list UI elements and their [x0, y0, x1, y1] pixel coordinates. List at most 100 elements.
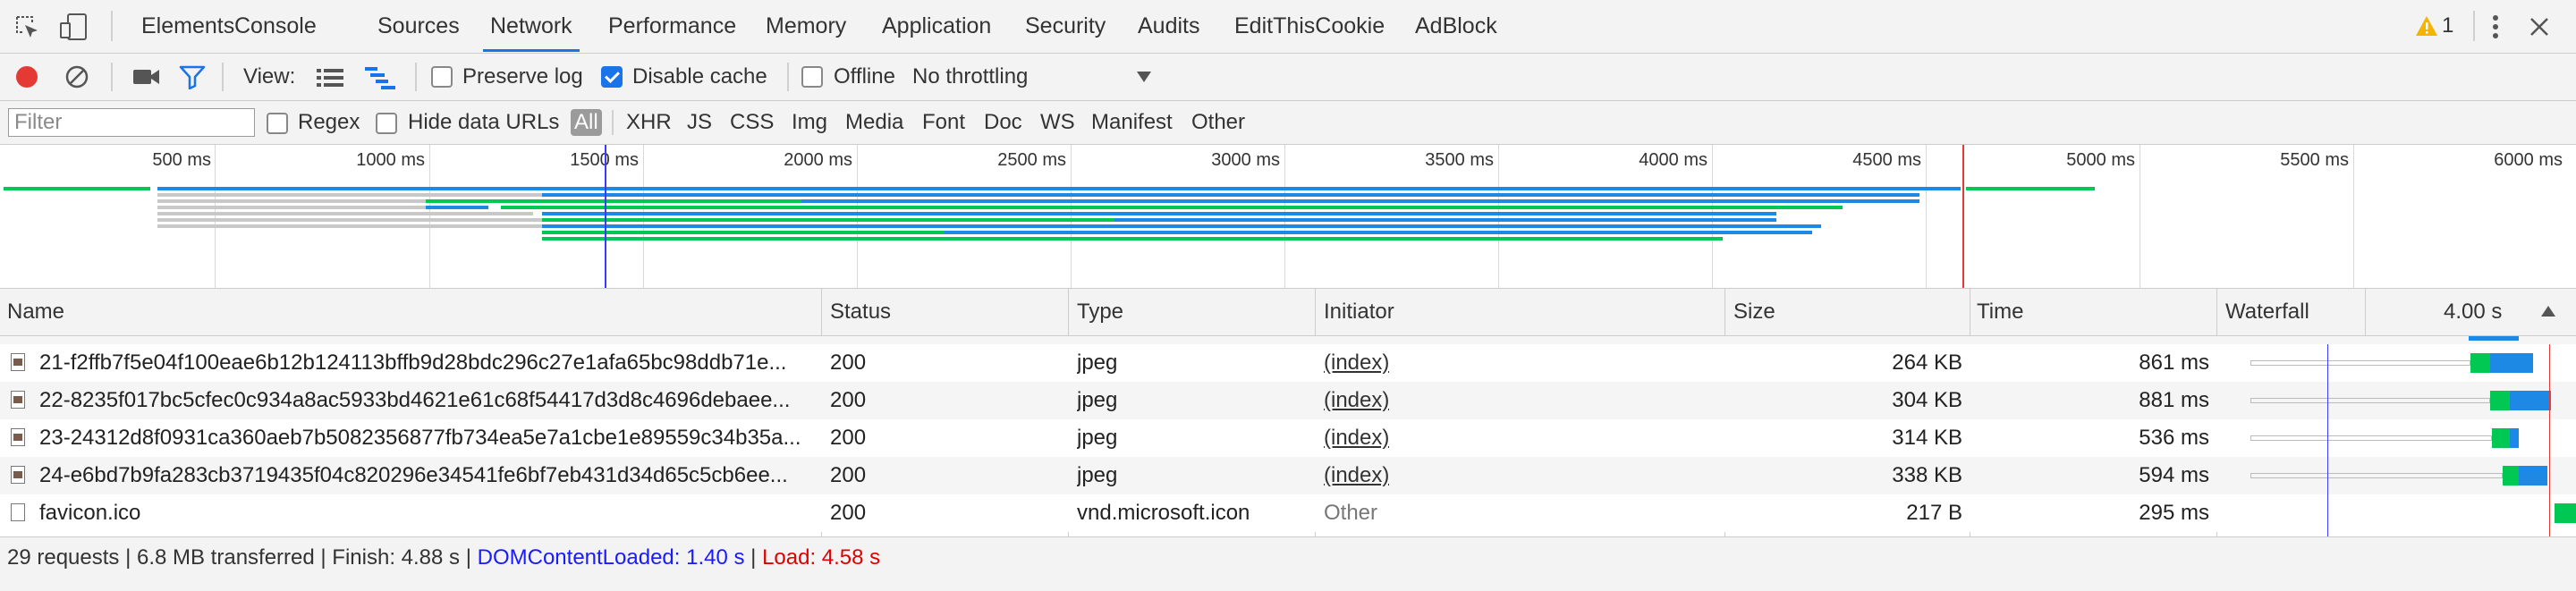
- tab-performance[interactable]: Performance: [608, 0, 736, 52]
- table-row[interactable]: 24-e6bd7b9fa283cb3719435f04c820296e34541…: [0, 457, 2576, 494]
- warning-count[interactable]: 1: [2442, 0, 2453, 52]
- overview-request-bar: [542, 237, 1723, 241]
- overview-request-bar: [1114, 218, 1776, 222]
- column-header-status[interactable]: Status: [830, 289, 891, 335]
- waterfall-bar-queued: [2250, 360, 2470, 366]
- tab-elements[interactable]: Elements: [141, 0, 234, 52]
- waterfall-bar-receiving: [2519, 466, 2547, 485]
- request-name[interactable]: 21-f2ffb7f5e04f100eae6b12b124113bffb9d28…: [39, 344, 814, 382]
- type-filter-manifest[interactable]: Manifest: [1091, 101, 1173, 144]
- table-row[interactable]: 22-8235f017bc5cfec0c934a8ac5933bd4621e61…: [0, 382, 2576, 419]
- divider: [222, 63, 224, 91]
- column-header-name[interactable]: Name: [7, 289, 64, 335]
- regex-label[interactable]: Regex: [298, 101, 360, 144]
- overview-request-bar: [945, 231, 1812, 234]
- request-initiator[interactable]: (index): [1324, 382, 1389, 419]
- type-filter-doc[interactable]: Doc: [984, 101, 1022, 144]
- request-time: 594 ms: [2139, 463, 2209, 487]
- offline-checkbox[interactable]: [801, 66, 823, 88]
- inspect-element-icon[interactable]: [14, 14, 39, 39]
- waterfall-bar-waiting: [2470, 353, 2490, 373]
- request-initiator: Other: [1324, 501, 1378, 525]
- tab-audits[interactable]: Audits: [1138, 0, 1199, 52]
- filter-icon[interactable]: [179, 64, 206, 89]
- request-name[interactable]: favicon.ico: [39, 494, 814, 532]
- request-name[interactable]: 22-8235f017bc5cfec0c934a8ac5933bd4621e61…: [39, 382, 814, 419]
- table-row[interactable]: favicon.ico 200 vnd.microsoft.icon Other…: [0, 494, 2576, 532]
- request-type: jpeg: [1077, 350, 1118, 375]
- overview-request-bar: [426, 199, 801, 203]
- waterfall-scale-label[interactable]: 4.00 s: [2444, 289, 2502, 335]
- tab-sources[interactable]: Sources: [377, 0, 460, 52]
- status-separator: |: [750, 545, 757, 570]
- hide-data-urls-label[interactable]: Hide data URLs: [408, 101, 559, 144]
- request-size: 264 KB: [1892, 350, 1962, 375]
- throttling-select[interactable]: No throttling: [912, 54, 1159, 100]
- overview-request-bar: [542, 224, 1821, 228]
- more-options-icon[interactable]: [2487, 13, 2504, 40]
- large-rows-icon[interactable]: [317, 68, 343, 88]
- tick-label: 1500 ms: [570, 150, 639, 170]
- tab-network[interactable]: Network: [483, 0, 580, 52]
- request-name[interactable]: 24-e6bd7b9fa283cb3719435f04c820296e34541…: [39, 457, 814, 494]
- type-filter-ws[interactable]: WS: [1040, 101, 1075, 144]
- tick-label: 6000 ms: [2494, 150, 2563, 170]
- disable-cache-checkbox[interactable]: [601, 66, 623, 88]
- preserve-log-checkbox[interactable]: [431, 66, 453, 88]
- sort-ascending-icon[interactable]: [2540, 305, 2556, 317]
- clear-icon[interactable]: [64, 64, 89, 89]
- type-filter-media[interactable]: Media: [845, 101, 903, 144]
- offline-label[interactable]: Offline: [834, 54, 895, 100]
- column-header-waterfall[interactable]: Waterfall: [2225, 289, 2309, 335]
- image-file-icon: [11, 391, 25, 409]
- close-devtools-icon[interactable]: [2529, 16, 2550, 38]
- grid-line: [643, 145, 644, 288]
- grid-line: [429, 145, 430, 288]
- request-status: 200: [830, 426, 867, 450]
- column-header-initiator[interactable]: Initiator: [1324, 289, 1394, 335]
- overview-waterfall-icon[interactable]: [365, 66, 395, 89]
- type-filter-all[interactable]: All: [571, 109, 602, 136]
- tab-memory[interactable]: Memory: [766, 0, 846, 52]
- type-filter-other[interactable]: Other: [1191, 101, 1245, 144]
- capture-screenshots-icon[interactable]: [132, 66, 161, 88]
- device-toolbar-icon[interactable]: [59, 13, 89, 41]
- request-initiator[interactable]: (index): [1324, 457, 1389, 494]
- type-filter-img[interactable]: Img: [792, 101, 827, 144]
- request-initiator[interactable]: (index): [1324, 419, 1389, 457]
- tick-label: 5500 ms: [2280, 150, 2349, 170]
- request-time: 861 ms: [2139, 350, 2209, 375]
- table-row[interactable]: 23-24312d8f0931ca360aeb7b5082356877fb734…: [0, 419, 2576, 457]
- tab-console[interactable]: Console: [234, 0, 317, 52]
- type-filter-css[interactable]: CSS: [730, 101, 774, 144]
- regex-checkbox[interactable]: [267, 113, 288, 134]
- filter-input[interactable]: [8, 108, 255, 137]
- type-filter-xhr[interactable]: XHR: [626, 101, 672, 144]
- tab-security[interactable]: Security: [1025, 0, 1106, 52]
- request-name[interactable]: 23-24312d8f0931ca360aeb7b5082356877fb734…: [39, 419, 814, 457]
- table-row[interactable]: 21-f2ffb7f5e04f100eae6b12b124113bffb9d28…: [0, 344, 2576, 382]
- hide-data-urls-checkbox[interactable]: [376, 113, 397, 134]
- warning-icon[interactable]: [2415, 15, 2438, 37]
- overview-request-bar: [4, 187, 150, 190]
- type-filter-font[interactable]: Font: [922, 101, 965, 144]
- grid-line: [1926, 145, 1927, 288]
- network-overview-timeline[interactable]: 500 ms 1000 ms 1500 ms 2000 ms 2500 ms 3…: [0, 145, 2576, 289]
- column-header-size[interactable]: Size: [1733, 289, 1775, 335]
- grid-line: [215, 145, 216, 288]
- request-initiator[interactable]: (index): [1324, 344, 1389, 382]
- request-status: 200: [830, 463, 867, 487]
- tab-application[interactable]: Application: [882, 0, 991, 52]
- column-header-time[interactable]: Time: [1977, 289, 2023, 335]
- tab-adblock[interactable]: AdBlock: [1415, 0, 1497, 52]
- column-header-type[interactable]: Type: [1077, 289, 1123, 335]
- request-time: 881 ms: [2139, 388, 2209, 412]
- type-filter-js[interactable]: JS: [687, 101, 712, 144]
- disable-cache-label[interactable]: Disable cache: [632, 54, 767, 100]
- divider: [415, 63, 417, 91]
- waterfall-bar-queued: [2250, 398, 2490, 403]
- tab-editthiscookie[interactable]: EditThisCookie: [1234, 0, 1385, 52]
- record-icon[interactable]: [14, 64, 39, 89]
- tick-label: 4500 ms: [1852, 150, 1921, 170]
- preserve-log-label[interactable]: Preserve log: [462, 54, 583, 100]
